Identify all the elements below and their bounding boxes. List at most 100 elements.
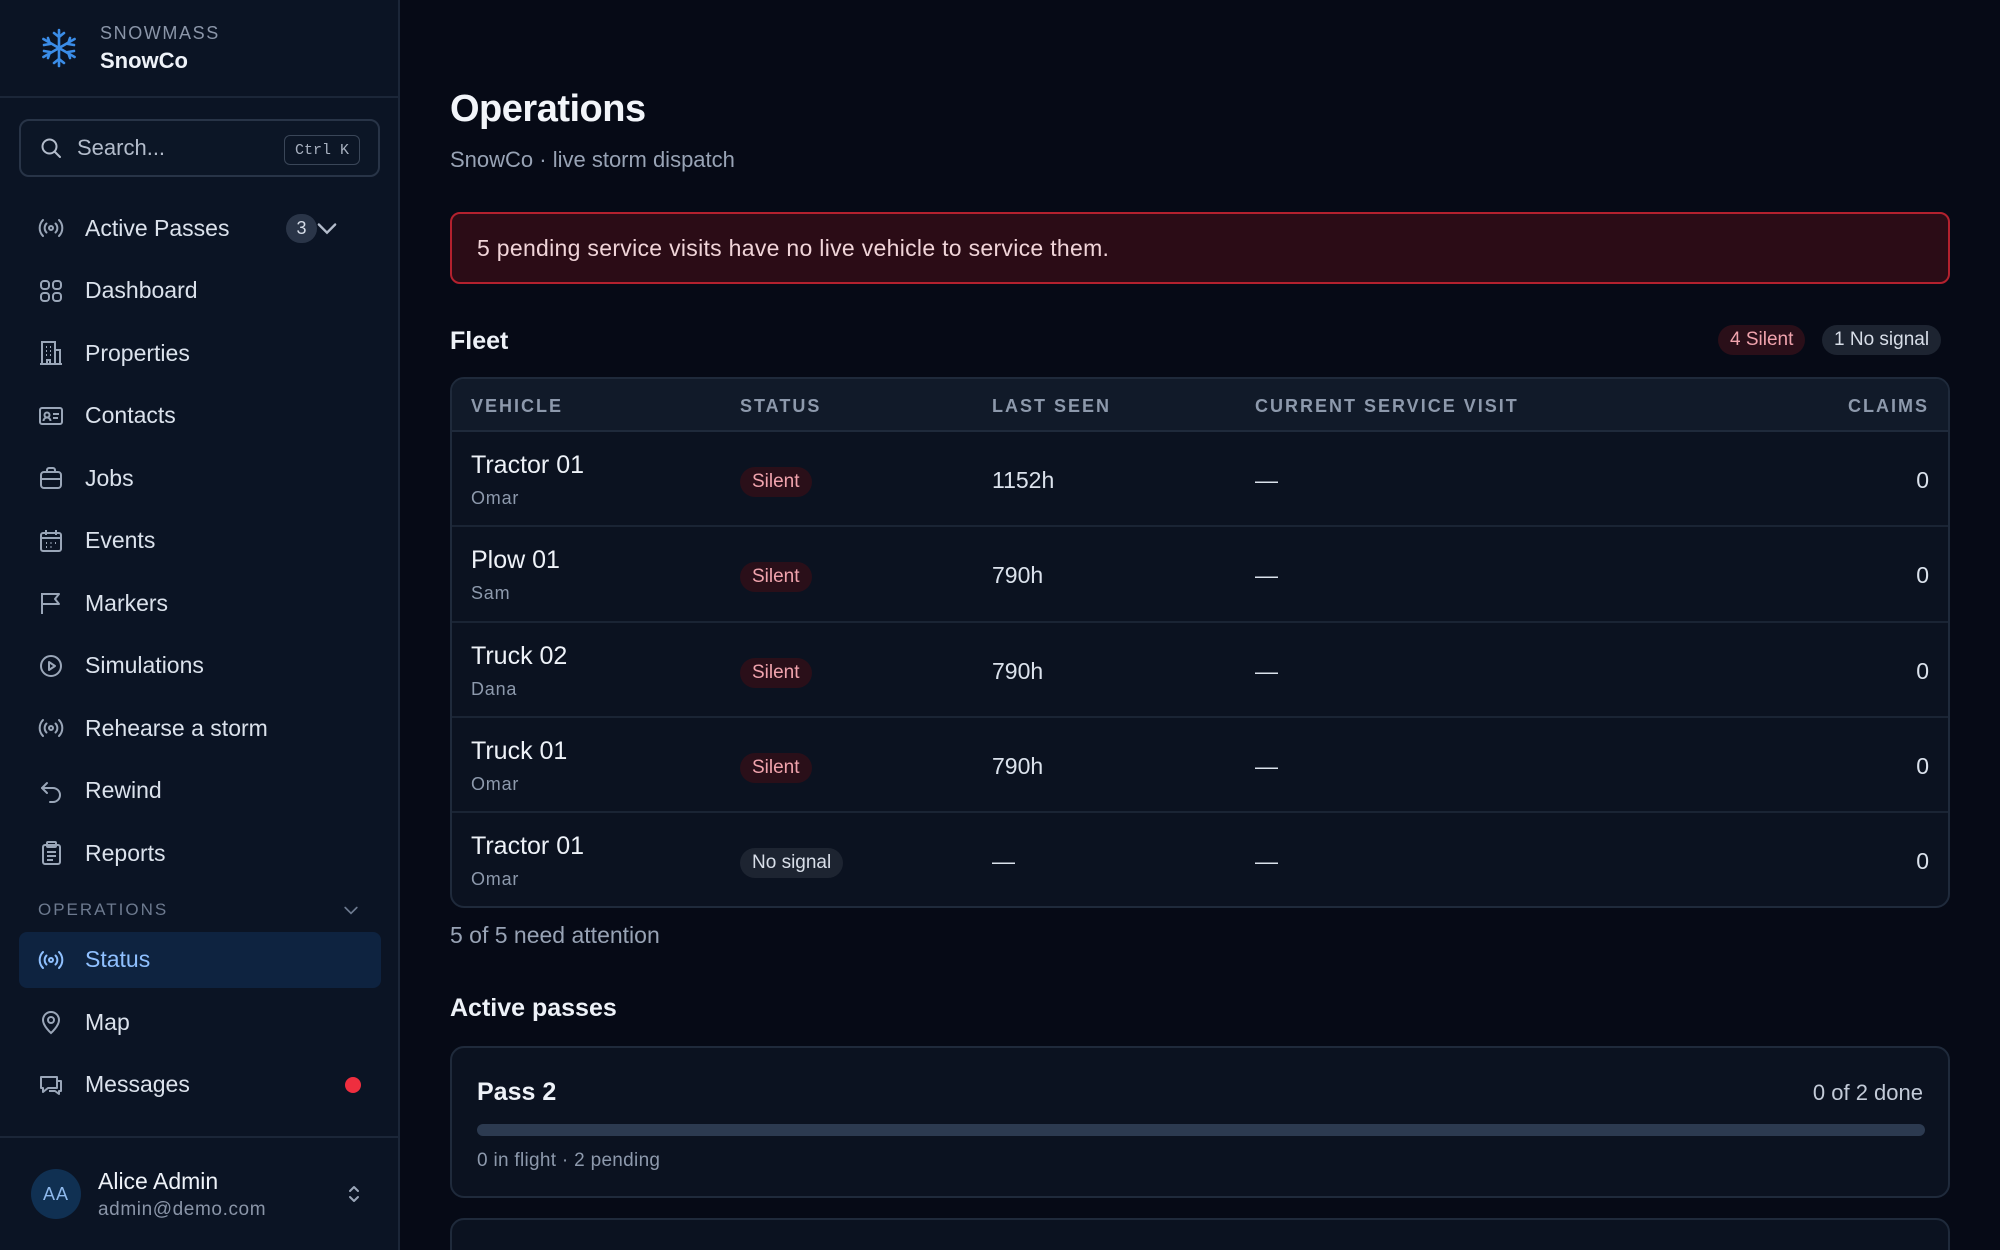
fleet-footer: 5 of 5 need attention [450, 922, 660, 948]
claims-count: 0 [1916, 467, 1929, 493]
undo-icon [41, 781, 61, 803]
brand[interactable]: SNOWMASS SnowCo [0, 0, 398, 98]
sidebar-item-simulations[interactable]: Simulations [19, 638, 381, 694]
column-header-current-service-visit[interactable]: CURRENT SERVICE VISIT [1255, 396, 1519, 417]
status-badge: Silent [740, 467, 812, 497]
chevron-down-icon[interactable] [313, 214, 341, 242]
search-box[interactable]: Ctrl K [19, 119, 380, 177]
last-seen: — [992, 848, 1015, 875]
chevron-down-icon[interactable] [341, 900, 361, 920]
status-badge: Silent [740, 562, 812, 593]
clipboard-icon [42, 841, 61, 865]
table-row[interactable]: Truck 02 Dana Silent 790h — 0 [452, 623, 1948, 718]
sidebar-item-reports[interactable]: Reports [19, 825, 381, 881]
play-circle-icon [40, 654, 62, 677]
last-seen: 1152h [992, 467, 1055, 493]
sidebar-item-events[interactable]: Events [19, 513, 381, 569]
last-seen: 790h [992, 752, 1044, 779]
search-input[interactable] [77, 135, 277, 161]
sidebar-item-messages[interactable]: Messages [19, 1057, 381, 1113]
sidebar-item-label: Messages [85, 1071, 190, 1097]
user-email: admin@demo.com [98, 1198, 267, 1220]
table-row[interactable]: Truck 01 Omar Silent 790h — 0 [452, 718, 1948, 814]
sidebar-item-rewind[interactable]: Rewind [19, 763, 381, 819]
vehicle-driver: Omar [471, 869, 520, 890]
sidebar-item-active-passes[interactable]: Active Passes 3 [19, 200, 381, 256]
vehicle-name: Truck 02 [471, 641, 568, 670]
sidebar: SNOWMASS SnowCo Ctrl K Active Passes 3 D… [0, 0, 400, 1250]
current-service-visit: — [1255, 657, 1278, 684]
sidebar-item-label: Jobs [85, 464, 134, 491]
broadcast-icon [38, 950, 64, 969]
search-shortcut: Ctrl K [283, 135, 360, 165]
sidebar-nav: Active Passes 3 Dashboard Properties Con… [19, 200, 381, 1119]
unread-dot [345, 1076, 361, 1093]
alert-banner: 5 pending service visits have no live ve… [450, 212, 1950, 284]
brand-org: SNOWMASS [100, 22, 220, 43]
current-service-visit: — [1255, 562, 1278, 589]
sidebar-item-properties[interactable]: Properties [19, 325, 381, 381]
avatar: AA [31, 1169, 81, 1219]
vehicle-name: Truck 01 [471, 736, 568, 765]
sidebar-item-contacts[interactable]: Contacts [19, 388, 381, 444]
column-header-vehicle[interactable]: VEHICLE [471, 396, 563, 417]
flag-icon [41, 593, 60, 614]
section-label-operations[interactable]: OPERATIONS [19, 888, 381, 932]
page-title: Operations [450, 88, 646, 130]
sidebar-item-label: Simulations [85, 652, 204, 678]
sidebar-item-label: Map [85, 1008, 130, 1035]
sidebar-item-label: Status [85, 946, 151, 972]
sidebar-item-label: Rewind [85, 777, 162, 803]
vehicle-driver: Sam [471, 583, 511, 604]
sidebar-item-markers[interactable]: Markers [19, 575, 381, 631]
section-label-text: OPERATIONS [38, 899, 169, 919]
table-row[interactable]: Tractor 01 Omar No signal — — 0 [452, 813, 1948, 906]
vehicle-driver: Omar [471, 488, 520, 508]
pass-meta: 0 in flight · 2 pending [477, 1150, 661, 1171]
column-header-last-seen[interactable]: LAST SEEN [992, 396, 1111, 417]
current-service-visit: — [1255, 848, 1278, 875]
table-header: VEHICLE STATUS LAST SEEN CURRENT SERVICE… [452, 379, 1948, 432]
briefcase-icon [40, 467, 62, 489]
user-menu[interactable]: AA Alice Admin admin@demo.com [0, 1136, 398, 1250]
page-subtitle: SnowCo · live storm dispatch [450, 147, 735, 172]
claims-count: 0 [1916, 657, 1929, 684]
sidebar-item-jobs[interactable]: Jobs [19, 450, 381, 506]
pass-card[interactable] [450, 1218, 1950, 1250]
pass-card[interactable]: Pass 2 0 of 2 done 0 in flight · 2 pendi… [450, 1046, 1950, 1198]
column-header-status[interactable]: STATUS [740, 396, 821, 417]
sidebar-item-map[interactable]: Map [19, 994, 381, 1050]
fleet-table: VEHICLE STATUS LAST SEEN CURRENT SERVICE… [450, 377, 1950, 908]
sidebar-item-status[interactable]: Status [19, 931, 381, 988]
sidebar-item-label: Contacts [85, 402, 176, 428]
search-icon [41, 138, 61, 158]
table-row[interactable]: Plow 01 Sam Silent 790h — 0 [452, 527, 1948, 623]
active-passes-title: Active passes [450, 994, 617, 1022]
sidebar-item-dashboard[interactable]: Dashboard [19, 263, 381, 319]
grid-icon [40, 279, 62, 302]
sidebar-item-label: Rehearse a storm [85, 714, 268, 741]
id-card-icon [39, 406, 63, 425]
claims-count: 0 [1916, 562, 1929, 589]
brand-name: SnowCo [100, 47, 188, 73]
building-icon [40, 341, 62, 365]
broadcast-icon [38, 719, 64, 737]
column-header-claims[interactable]: CLAIMS [1848, 396, 1929, 417]
status-badge: No signal [740, 848, 844, 879]
chat-icon [40, 1075, 62, 1095]
current-service-visit: — [1255, 752, 1278, 779]
vehicle-name: Tractor 01 [471, 451, 585, 479]
last-seen: 790h [992, 562, 1044, 589]
pass-progress-bar [477, 1124, 1925, 1136]
sidebar-item-label: Properties [85, 339, 190, 366]
sidebar-item-label: Dashboard [85, 277, 198, 303]
status-badge: Silent [740, 752, 812, 783]
sidebar-item-rehearse-a-storm[interactable]: Rehearse a storm [19, 700, 381, 756]
vehicle-name: Tractor 01 [471, 832, 585, 861]
table-row[interactable]: Tractor 01 Omar Silent 1152h — 0 [452, 432, 1948, 528]
silent-count-badge: 4 Silent [1718, 325, 1806, 355]
chevron-up-down-icon[interactable] [344, 1182, 364, 1206]
pass-done-count: 0 of 2 done [1812, 1080, 1923, 1105]
no-signal-count-badge: 1 No signal [1822, 325, 1942, 355]
vehicle-driver: Dana [471, 678, 518, 699]
